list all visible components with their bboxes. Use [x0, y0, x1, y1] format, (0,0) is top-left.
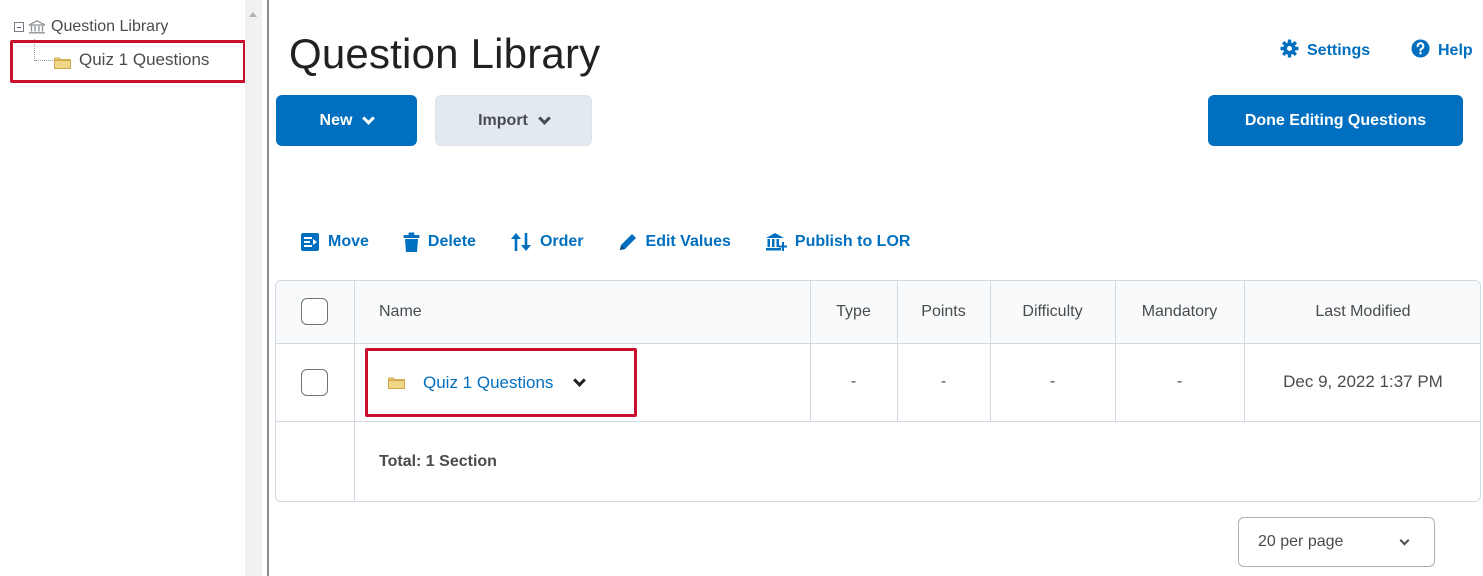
cell-mandatory: - [1176, 373, 1183, 390]
tree-root-item[interactable]: Question Library [14, 16, 168, 38]
column-header-difficulty[interactable]: Difficulty [990, 281, 1115, 343]
per-page-select[interactable]: 20 per page [1238, 517, 1435, 567]
tree-item-quiz-1-questions[interactable]: Quiz 1 Questions [54, 49, 209, 71]
tree-scrollbar[interactable] [245, 0, 262, 576]
column-divider [810, 281, 811, 421]
help-label: Help [1438, 42, 1473, 59]
section-link[interactable]: Quiz 1 Questions [423, 373, 553, 393]
column-header-type[interactable]: Type [810, 281, 897, 343]
move-label: Move [328, 233, 369, 250]
cell-last-modified: Dec 9, 2022 1:37 PM [1283, 372, 1443, 391]
tree-connector [34, 39, 35, 61]
per-page-label: 20 per page [1258, 533, 1344, 550]
done-button-label: Done Editing Questions [1244, 111, 1427, 129]
order-icon [510, 232, 532, 252]
cell-type: - [850, 373, 857, 390]
folder-icon [388, 376, 405, 389]
import-button[interactable]: Import [435, 95, 592, 146]
settings-label: Settings [1307, 42, 1371, 59]
tree-root-label: Question Library [51, 18, 169, 35]
cell-difficulty: - [1049, 373, 1056, 390]
chevron-down-icon[interactable] [573, 373, 587, 387]
cell-points: - [940, 373, 947, 390]
done-editing-questions-button[interactable]: Done Editing Questions [1208, 95, 1463, 146]
column-divider [990, 281, 991, 421]
pane-splitter[interactable] [262, 0, 276, 576]
question-table: Name Type Points Difficulty Mandatory La… [275, 280, 1481, 502]
delete-label: Delete [427, 233, 476, 250]
library-icon [28, 20, 46, 34]
column-divider [1115, 281, 1116, 421]
row-divider [276, 421, 1480, 422]
trash-icon [403, 232, 420, 253]
tree-item-label: Quiz 1 Questions [79, 50, 210, 69]
pencil-icon [618, 232, 638, 252]
tree-expander-icon[interactable] [14, 22, 24, 32]
column-header-name[interactable]: Name [379, 281, 422, 343]
column-header-mandatory[interactable]: Mandatory [1115, 281, 1244, 343]
edit-values-button[interactable]: Edit Values [618, 232, 731, 252]
publish-label: Publish to LOR [794, 233, 911, 250]
page-title: Question Library [289, 30, 601, 77]
column-divider [354, 281, 355, 501]
column-divider [897, 281, 898, 421]
help-icon [1411, 39, 1430, 63]
order-button[interactable]: Order [510, 232, 584, 252]
chevron-down-icon [538, 111, 551, 125]
action-toolbar: Move Delete Order Edit Values Publish to… [300, 230, 944, 254]
publish-icon [765, 232, 787, 252]
column-header-points[interactable]: Points [897, 281, 990, 343]
select-all-checkbox[interactable] [301, 298, 328, 325]
tree-connector [35, 60, 53, 61]
row-divider [276, 343, 1480, 344]
move-icon [300, 232, 320, 252]
help-link[interactable]: Help [1411, 39, 1473, 63]
tree-pane: Question Library Quiz 1 Questions [0, 0, 262, 576]
folder-icon [54, 54, 71, 69]
publish-to-lor-button[interactable]: Publish to LOR [765, 232, 911, 252]
new-button[interactable]: New [276, 95, 417, 146]
column-divider [1244, 281, 1245, 421]
edit-values-label: Edit Values [645, 233, 731, 250]
row-checkbox[interactable] [301, 369, 328, 396]
import-button-label: Import [478, 111, 528, 129]
settings-link[interactable]: Settings [1280, 39, 1370, 63]
chevron-down-icon [362, 111, 376, 125]
column-header-last-modified[interactable]: Last Modified [1244, 281, 1480, 343]
table-total: Total: 1 Section [379, 453, 497, 470]
table-row-name[interactable]: Quiz 1 Questions [388, 369, 587, 396]
order-label: Order [539, 233, 584, 250]
scroll-up-arrow-icon[interactable] [249, 12, 257, 17]
delete-button[interactable]: Delete [403, 232, 476, 253]
move-button[interactable]: Move [300, 232, 369, 252]
new-button-label: New [319, 111, 353, 129]
gear-icon [1280, 39, 1299, 63]
chevron-down-icon [1399, 535, 1410, 546]
